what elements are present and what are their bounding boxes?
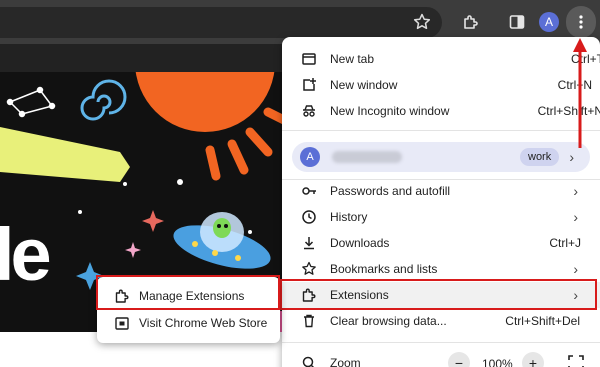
new-window-icon xyxy=(303,78,316,91)
menu-item-clear-browsing-data[interactable]: Clear browsing data... Ctrl+Shift+Del xyxy=(282,308,600,334)
profile-badge: work xyxy=(520,148,560,166)
menu-item-label: History xyxy=(330,210,368,224)
chrome-main-menu: New tab Ctrl+T New window Ctrl+N New Inc… xyxy=(282,37,600,367)
history-icon xyxy=(302,210,316,224)
menu-item-downloads[interactable]: Downloads Ctrl+J xyxy=(282,230,600,256)
profile-avatar[interactable]: A xyxy=(539,12,559,32)
profile-avatar: A xyxy=(300,147,320,167)
menu-item-label: Downloads xyxy=(330,236,390,250)
menu-item-label: Passwords and autofill xyxy=(330,184,451,198)
new-tab-icon xyxy=(302,53,316,65)
menu-item-shortcut: Ctrl+Shift+Del xyxy=(505,314,580,328)
menu-item-passwords-and-autofill[interactable]: Passwords and autofill › xyxy=(282,178,600,204)
key-icon xyxy=(302,187,316,195)
submenu-item-visit-chrome-web-store[interactable]: Visit Chrome Web Store xyxy=(97,310,280,336)
menu-item-new-incognito-window[interactable]: New Incognito window Ctrl+Shift+N xyxy=(282,98,600,124)
zoom-icon xyxy=(302,356,315,367)
profile-name-redacted xyxy=(332,151,402,163)
doodle-letters: le xyxy=(0,213,52,296)
chevron-right-icon: › xyxy=(573,209,578,225)
zoom-label: Zoom xyxy=(330,356,361,367)
extensions-puzzle-icon[interactable] xyxy=(459,10,483,34)
menu-item-new-window[interactable]: New window Ctrl+N xyxy=(282,72,600,98)
fullscreen-icon[interactable] xyxy=(566,353,586,367)
menu-item-label: Bookmarks and lists xyxy=(330,262,438,276)
zoom-out-button[interactable]: − xyxy=(448,352,470,367)
menu-item-new-tab[interactable]: New tab Ctrl+T xyxy=(282,46,600,72)
address-bar[interactable] xyxy=(0,7,442,38)
zoom-in-button[interactable]: + xyxy=(522,352,544,367)
zoom-value: 100% xyxy=(482,357,513,367)
menu-item-history[interactable]: History › xyxy=(282,204,600,230)
chevron-right-icon: › xyxy=(573,261,578,277)
manage-extensions-highlight xyxy=(96,275,280,310)
menu-item-label: New Incognito window xyxy=(330,104,450,118)
profile-row[interactable]: A work › xyxy=(292,142,590,172)
menu-item-shortcut: Ctrl+Shift+N xyxy=(537,104,600,118)
extensions-highlight xyxy=(280,279,597,310)
bookmark-star-icon[interactable] xyxy=(412,12,432,32)
annotation-arrow-icon xyxy=(573,38,587,148)
menu-separator xyxy=(282,342,600,343)
star-icon xyxy=(302,261,316,275)
menu-item-label: Clear browsing data... xyxy=(330,314,447,328)
incognito-icon xyxy=(303,105,315,117)
menu-item-label: New window xyxy=(330,78,398,92)
web-store-icon xyxy=(115,317,129,330)
chevron-right-icon: › xyxy=(573,183,578,199)
menu-separator xyxy=(282,130,600,131)
trash-icon xyxy=(304,314,314,328)
menu-item-zoom: Zoom xyxy=(282,350,600,367)
menu-item-label: New tab xyxy=(330,52,375,66)
side-panel-icon[interactable] xyxy=(505,10,529,34)
menu-item-shortcut: Ctrl+J xyxy=(549,236,581,250)
kebab-menu-button[interactable] xyxy=(566,6,596,38)
download-icon xyxy=(304,237,314,250)
chevron-right-icon: › xyxy=(569,149,574,165)
submenu-item-label: Visit Chrome Web Store xyxy=(139,316,268,330)
kebab-menu-icon xyxy=(579,15,583,29)
